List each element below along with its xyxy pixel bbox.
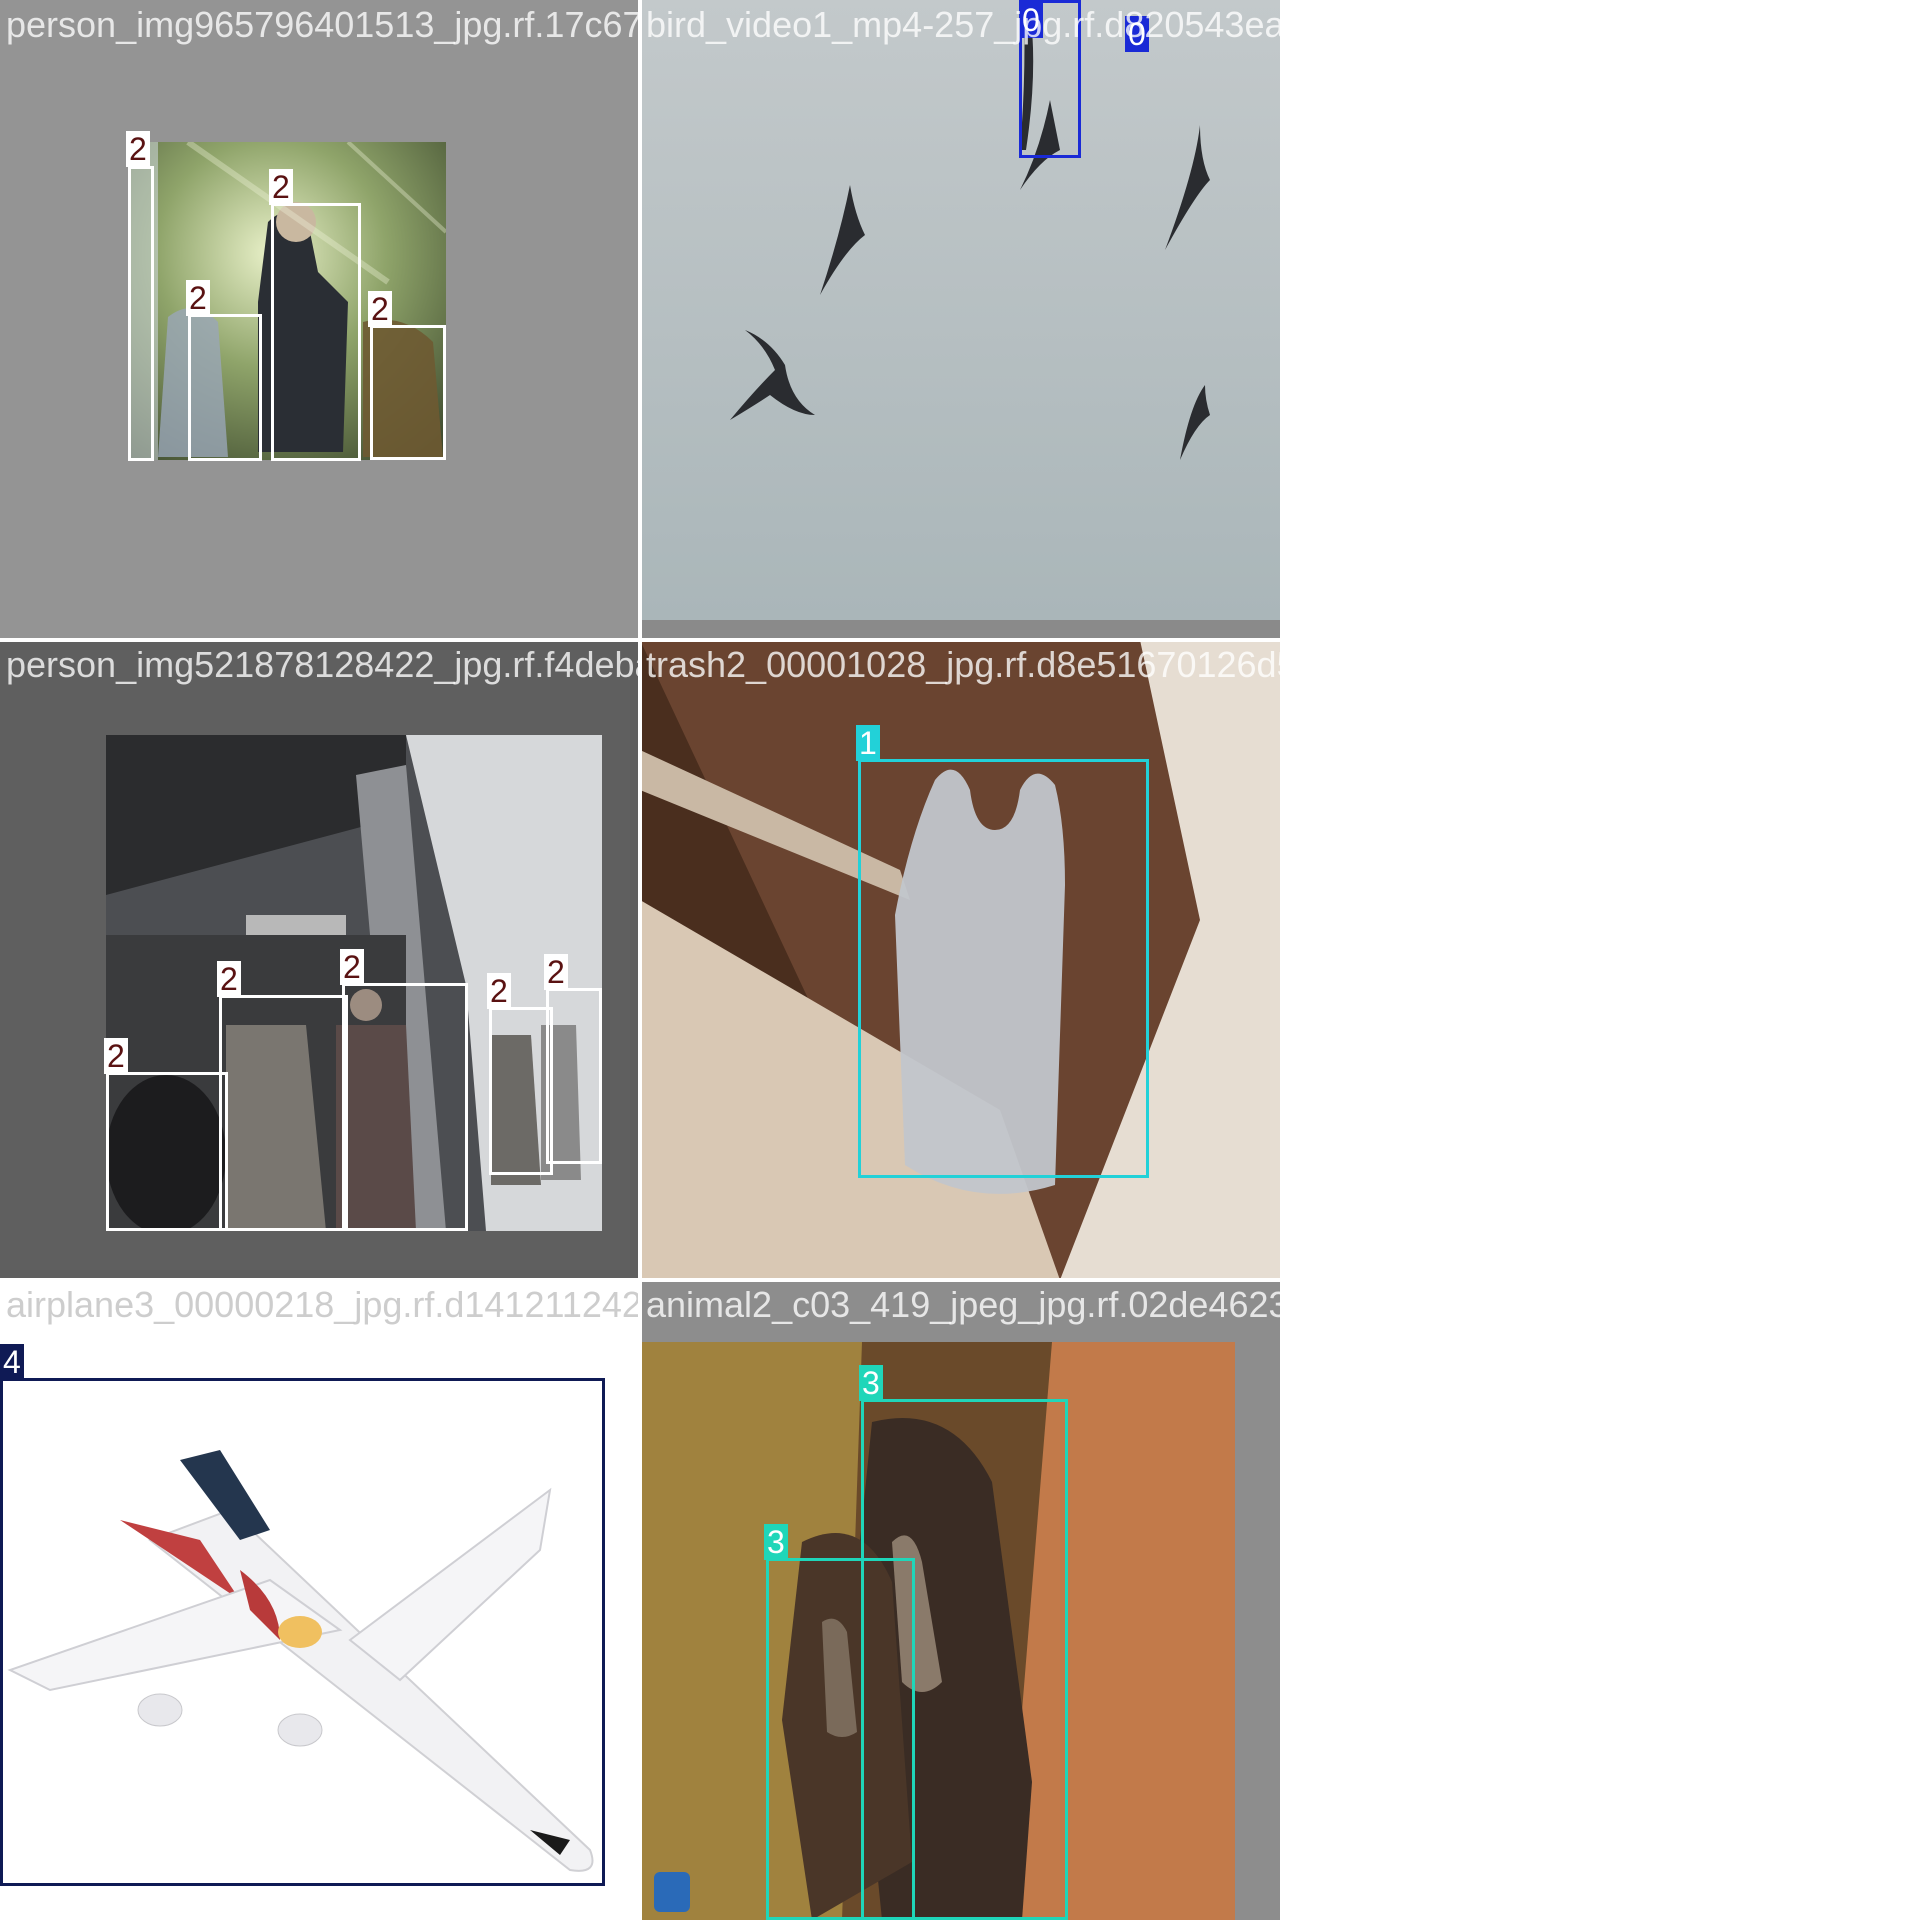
mosaic-tile-animal: animal2_c03_419_jpeg_jpg.rf.02de46234e9e… [640,1280,1280,1920]
bbox-label: 2 [487,973,511,1009]
bbox-label: 0 [1125,16,1149,52]
bbox-label: 3 [859,1365,883,1401]
bbox-label: 3 [764,1524,788,1560]
bbox-label: 2 [368,291,392,327]
grid-divider-horizontal [0,638,1280,642]
bbox-label: 1 [856,725,880,761]
bbox-person [370,325,446,460]
photo-birds-sky [640,0,1280,620]
mosaic-tile-person-2: person_img521878128422_jpg.rf.f4debaa2ce… [0,640,640,1280]
tile-title: person_img965796401513_jpg.rf.17c6719707 [6,4,640,45]
mosaic-tile-bird: bird_video1_mp4-257_jpg.rf.d820543eaa2cc… [640,0,1280,640]
bbox-airplane [0,1378,605,1886]
bbox-person [489,1007,553,1175]
mosaic-tile-airplane: airplane3_00000218_jpg.rf.d1412112420i5d… [0,1280,640,1920]
bbox-person [546,988,602,1164]
bbox-animal [766,1558,915,1920]
bbox-label: 2 [126,131,150,167]
bbox-label: 0 [1019,2,1043,38]
bbox-trash [858,759,1149,1178]
bbox-person [271,203,361,461]
bbox-person [128,166,154,461]
bbox-label: 2 [104,1038,128,1074]
bbox-person [188,314,262,461]
bbox-person [219,995,348,1231]
bbox-label: 2 [340,949,364,985]
bbox-label: 2 [186,280,210,316]
tile-title: animal2_c03_419_jpeg_jpg.rf.02de46234e9e [646,1284,1280,1325]
bbox-label: 2 [544,954,568,990]
bbox-person [342,983,468,1231]
mosaic-tile-person-1: person_img965796401513_jpg.rf.17c6719707… [0,0,640,640]
grid-divider-vertical [638,0,642,1920]
bbox-label: 4 [0,1344,24,1380]
bbox-label: 2 [217,961,241,997]
bbox-person [106,1072,228,1231]
tile-title: airplane3_00000218_jpg.rf.d1412112420i5d… [6,1284,640,1325]
mosaic-tile-trash: trash2_00001028_jpg.rf.d8e51670126d58cc9… [640,640,1280,1280]
tile-title: person_img521878128422_jpg.rf.f4debaa2ce [6,644,640,685]
bbox-label: 2 [269,169,293,205]
grid-divider-horizontal [0,1278,1280,1282]
